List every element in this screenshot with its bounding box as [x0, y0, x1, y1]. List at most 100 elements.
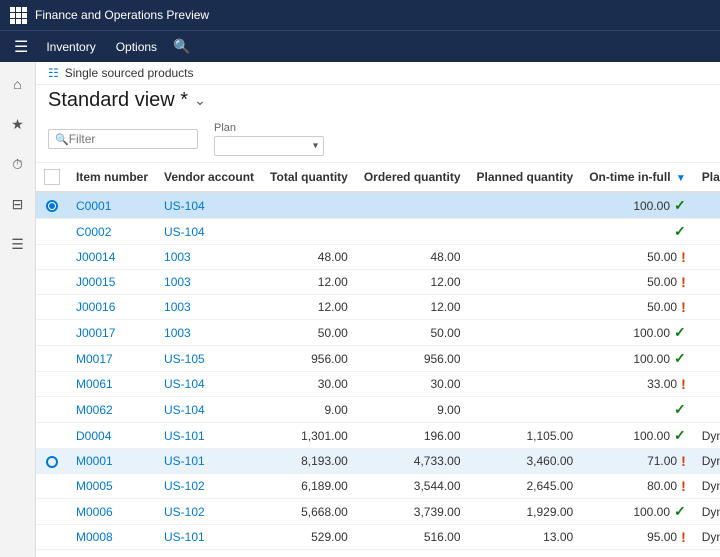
cell-item-number[interactable]: J00016: [68, 295, 156, 320]
th-plan[interactable]: Plan: [694, 163, 720, 192]
cell-ordered-quantity: 3,739.00: [356, 499, 469, 525]
cell-total-quantity: 9.00: [262, 397, 356, 423]
cell-on-time: 95.00!: [581, 525, 694, 549]
cell-item-number[interactable]: M0061: [68, 372, 156, 397]
cell-plan: [694, 397, 720, 423]
warn-icon: !: [681, 478, 686, 494]
cell-vendor-account[interactable]: US-104: [156, 550, 262, 557]
filter-input-wrap[interactable]: 🔍: [48, 129, 198, 149]
cell-vendor-account[interactable]: US-104: [156, 219, 262, 245]
table-row[interactable]: M0006US-1025,668.003,739.001,929.00100.0…: [36, 499, 720, 525]
cell-item-number[interactable]: M0001: [68, 449, 156, 474]
th-item-number[interactable]: Item number: [68, 163, 156, 192]
cell-vendor-account[interactable]: US-101: [156, 525, 262, 550]
cell-item-number[interactable]: M0008: [68, 525, 156, 550]
cell-vendor-account[interactable]: US-101: [156, 449, 262, 474]
radio-cell[interactable]: [36, 245, 68, 270]
table-row[interactable]: M0062US-1049.009.00✓: [36, 397, 720, 423]
cell-plan: DynPlan: [694, 449, 720, 474]
title-chevron-icon[interactable]: ⌄: [194, 92, 206, 109]
table-container[interactable]: Item number Vendor account Total quantit…: [36, 163, 720, 557]
cell-vendor-account[interactable]: 1003: [156, 320, 262, 346]
table-row[interactable]: M0008US-101529.00516.0013.0095.00!DynPla…: [36, 525, 720, 550]
radio-cell[interactable]: [36, 270, 68, 295]
plan-select[interactable]: [214, 136, 324, 156]
cell-item-number[interactable]: J00015: [68, 270, 156, 295]
sidebar-list-icon[interactable]: ☰: [4, 230, 32, 258]
table-row[interactable]: M0061US-10430.0030.0033.00!: [36, 372, 720, 397]
th-planned-quantity[interactable]: Planned quantity: [469, 163, 582, 192]
cell-vendor-account[interactable]: 1003: [156, 295, 262, 320]
check-icon: ✓: [674, 223, 686, 240]
cell-item-number[interactable]: J00017: [68, 320, 156, 346]
table-row[interactable]: M0017US-105956.00956.00100.00✓: [36, 346, 720, 372]
radio-cell[interactable]: [36, 320, 68, 346]
menu-options[interactable]: Options: [108, 36, 165, 58]
cell-item-number[interactable]: C0001: [68, 192, 156, 219]
search-icon[interactable]: 🔍: [169, 34, 194, 59]
cell-item-number[interactable]: M0062: [68, 397, 156, 423]
cell-item-number[interactable]: M0006: [68, 499, 156, 525]
cell-vendor-account[interactable]: US-104: [156, 397, 262, 423]
table-row[interactable]: J00015100312.0012.0050.00!: [36, 270, 720, 295]
radio-cell[interactable]: [36, 550, 68, 557]
cell-item-number[interactable]: M0017: [68, 346, 156, 372]
table-row[interactable]: J00017100350.0050.00100.00✓: [36, 320, 720, 346]
table-row[interactable]: M0005US-1026,189.003,544.002,645.0080.00…: [36, 474, 720, 499]
plan-select-wrap[interactable]: [214, 136, 324, 156]
table-row[interactable]: J00016100312.0012.0050.00!: [36, 295, 720, 320]
cell-item-number[interactable]: M0005: [68, 474, 156, 499]
menu-inventory[interactable]: Inventory: [38, 36, 103, 58]
radio-cell[interactable]: [36, 295, 68, 320]
radio-cell[interactable]: [36, 474, 68, 499]
radio-button[interactable]: [46, 200, 58, 212]
cell-vendor-account[interactable]: US-104: [156, 192, 262, 219]
cell-vendor-account[interactable]: US-104: [156, 372, 262, 397]
radio-cell[interactable]: [36, 346, 68, 372]
th-total-quantity[interactable]: Total quantity: [262, 163, 356, 192]
header-checkbox[interactable]: [44, 169, 60, 185]
table-row[interactable]: C0002US-104 ✓: [36, 219, 720, 245]
cell-planned-quantity: [469, 192, 582, 219]
cell-ordered-quantity: [356, 192, 469, 219]
radio-button[interactable]: [46, 456, 58, 468]
table-row[interactable]: J00014100348.0048.0050.00!: [36, 245, 720, 270]
sidebar-clock-icon[interactable]: ⏱: [4, 150, 32, 178]
cell-vendor-account[interactable]: US-105: [156, 346, 262, 372]
cell-vendor-account[interactable]: 1003: [156, 270, 262, 295]
radio-cell[interactable]: [36, 449, 68, 474]
sidebar-star-icon[interactable]: ★: [4, 110, 32, 138]
sidebar-grid-icon[interactable]: ⊟: [4, 190, 32, 218]
th-on-time-in-full[interactable]: On-time in-full ▼: [581, 163, 694, 192]
sidebar-home-icon[interactable]: ⌂: [4, 70, 32, 98]
radio-cell[interactable]: [36, 219, 68, 245]
table-row[interactable]: M0001US-1018,193.004,733.003,460.0071.00…: [36, 449, 720, 474]
cell-item-number[interactable]: C0002: [68, 219, 156, 245]
table-row[interactable]: M0010US-1042,752.00956.001,796.00100.00✓…: [36, 550, 720, 557]
table-row[interactable]: C0001US-104 100.00✓: [36, 192, 720, 219]
cell-plan: DynPlan: [694, 474, 720, 499]
th-ordered-quantity[interactable]: Ordered quantity: [356, 163, 469, 192]
cell-total-quantity: 8,193.00: [262, 449, 356, 474]
cell-vendor-account[interactable]: US-102: [156, 499, 262, 525]
radio-cell[interactable]: [36, 499, 68, 525]
radio-cell[interactable]: [36, 397, 68, 423]
radio-cell[interactable]: [36, 525, 68, 550]
hamburger-icon[interactable]: ☰: [8, 37, 34, 57]
filter-input[interactable]: [69, 132, 189, 146]
th-vendor-account[interactable]: Vendor account: [156, 163, 262, 192]
cell-vendor-account[interactable]: 1003: [156, 245, 262, 270]
warn-icon: !: [681, 453, 686, 469]
cell-item-number[interactable]: J00014: [68, 245, 156, 270]
cell-planned-quantity: [469, 245, 582, 270]
radio-cell[interactable]: [36, 372, 68, 397]
radio-cell[interactable]: [36, 423, 68, 449]
data-table: Item number Vendor account Total quantit…: [36, 163, 720, 557]
cell-vendor-account[interactable]: US-102: [156, 474, 262, 499]
table-row[interactable]: D0004US-1011,301.00196.001,105.00100.00✓…: [36, 423, 720, 449]
cell-vendor-account[interactable]: US-101: [156, 423, 262, 449]
cell-item-number[interactable]: M0010: [68, 550, 156, 557]
cell-on-time: 100.00✓: [581, 193, 694, 218]
cell-item-number[interactable]: D0004: [68, 423, 156, 449]
radio-cell[interactable]: [36, 192, 68, 219]
